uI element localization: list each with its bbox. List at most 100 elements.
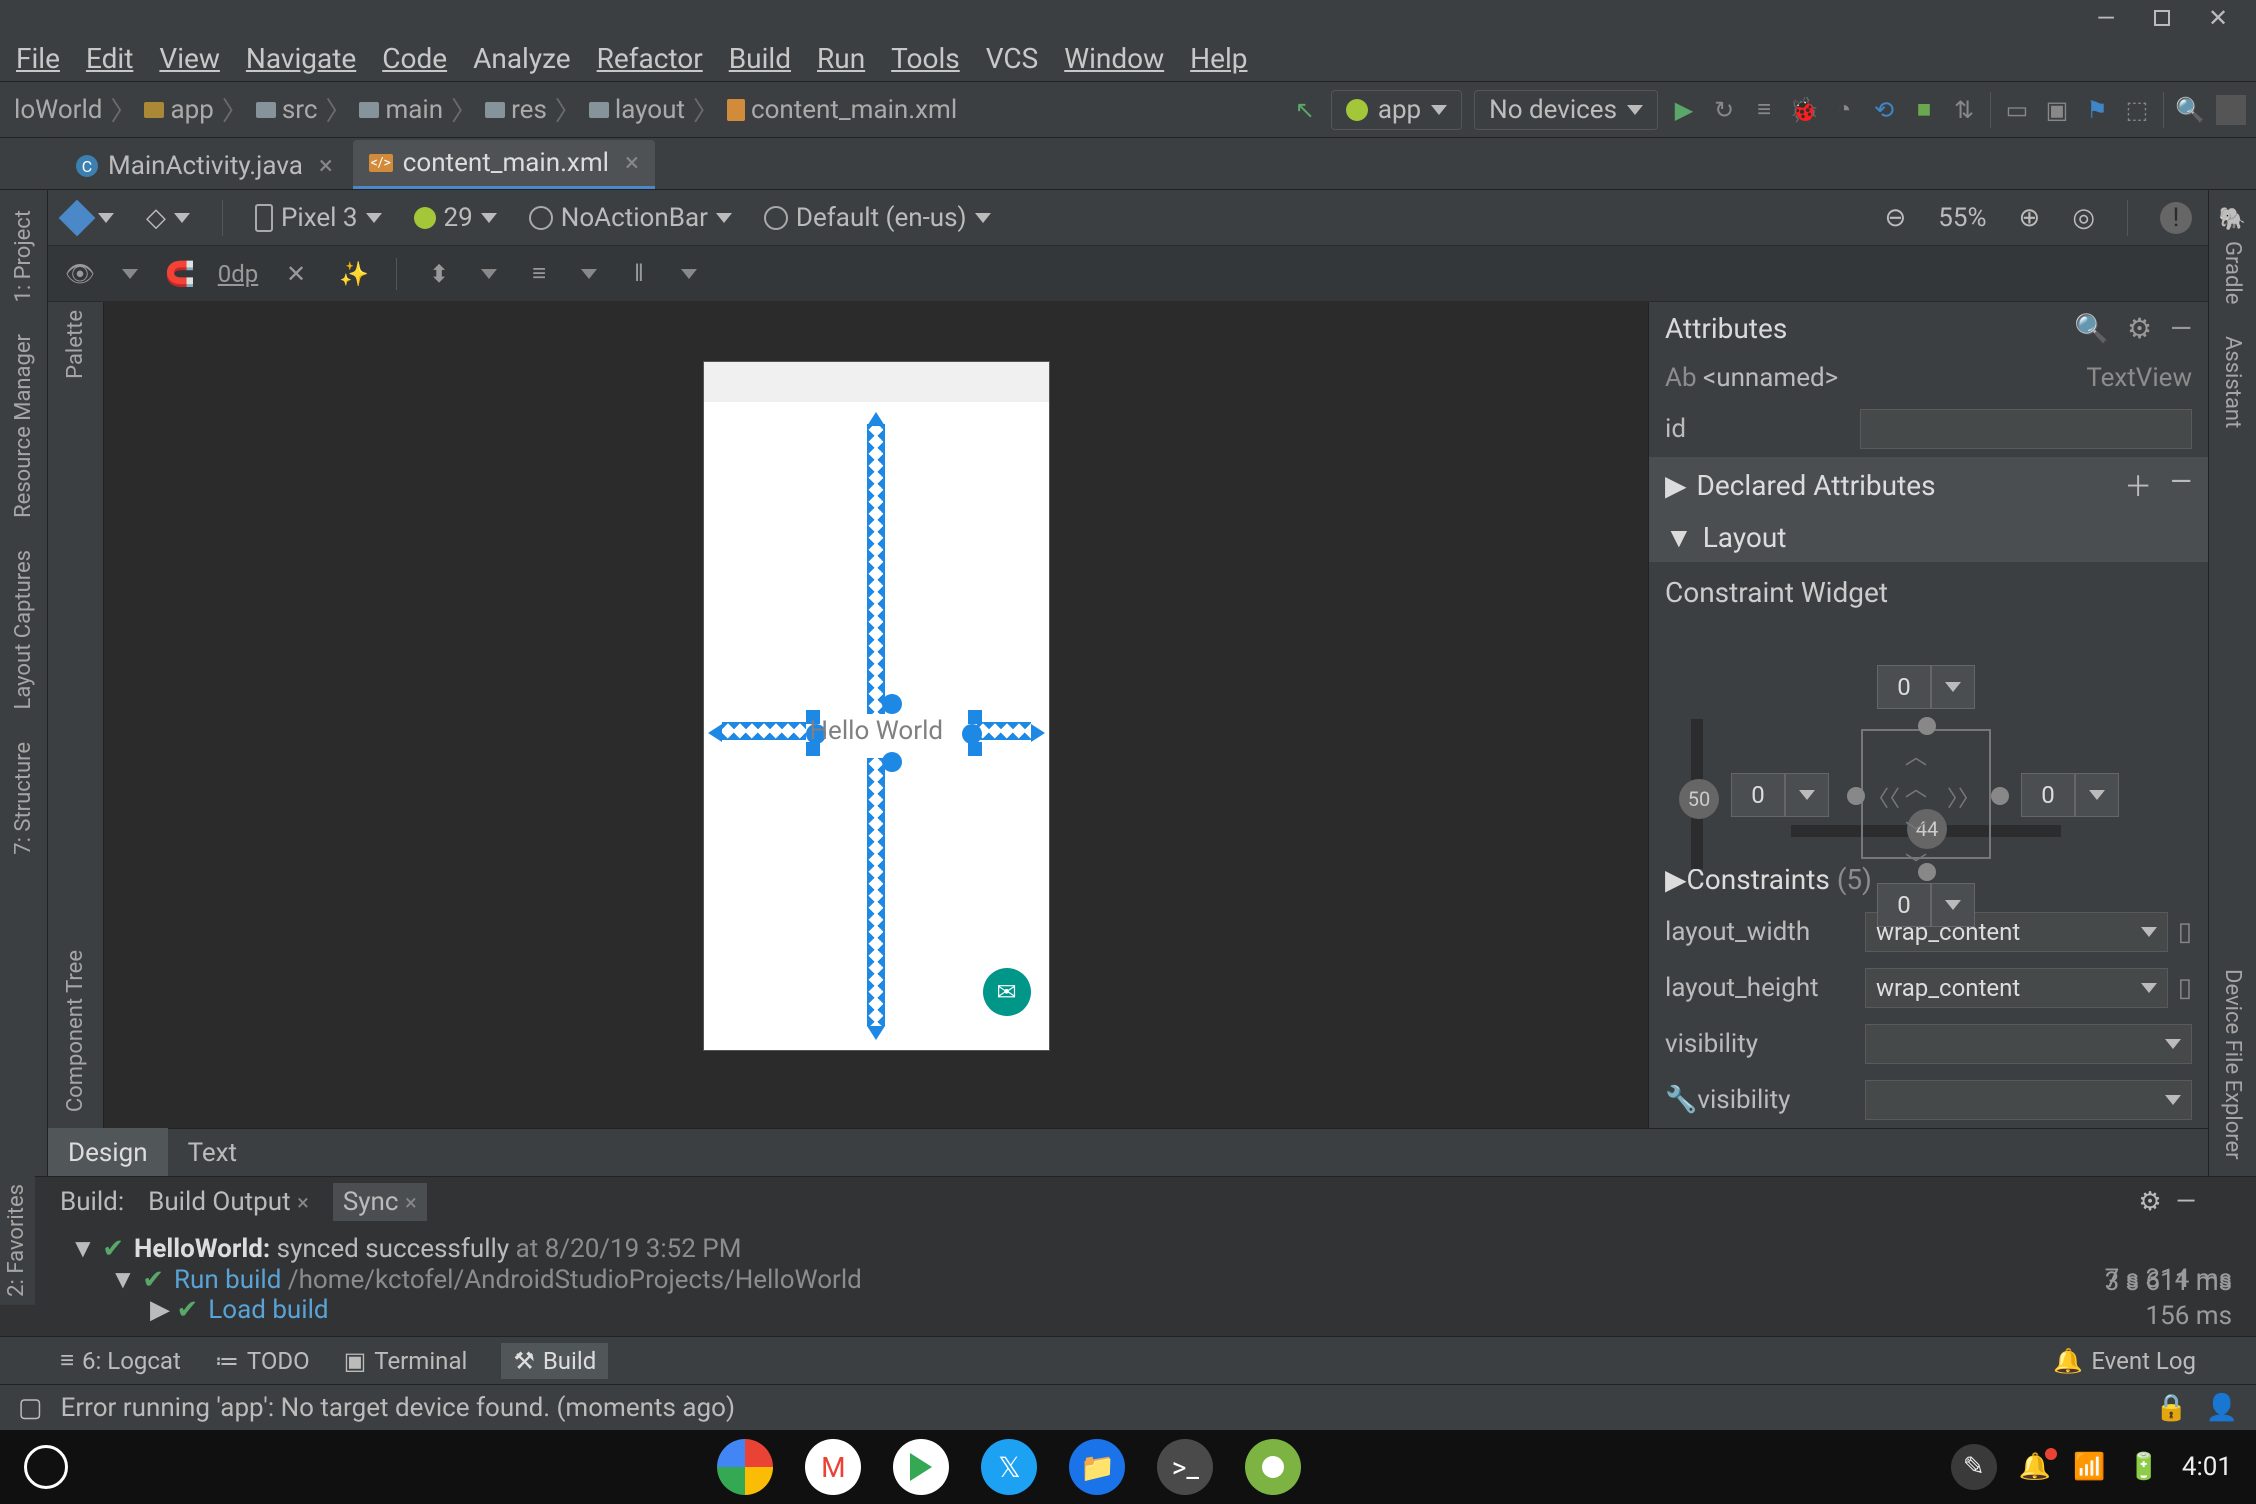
stop-button[interactable]: ■ [1910, 96, 1938, 124]
size-toggle-icon[interactable]: ▯ [2178, 917, 2192, 947]
pack-icon[interactable]: ⬍ [423, 258, 455, 290]
resource-manager-icon[interactable]: ⚑ [2083, 96, 2111, 124]
minimize-panel-icon[interactable]: — [2176, 1187, 2196, 1217]
hector-icon[interactable]: 👤 [2206, 1393, 2238, 1423]
app-twitter[interactable]: 𝕏 [981, 1439, 1037, 1495]
attach-debugger-icon[interactable]: ⟲ [1870, 96, 1898, 124]
component-tree-toggle[interactable]: Component Tree [63, 950, 88, 1112]
size-toggle-icon[interactable]: ▯ [2178, 973, 2192, 1003]
tool-favorites[interactable]: 2: Favorites [0, 1176, 35, 1305]
section-layout[interactable]: ▼ Layout [1649, 513, 2208, 562]
project-structure-icon[interactable]: ⬚ [2123, 96, 2151, 124]
remove-attribute-icon[interactable]: — [2170, 465, 2192, 505]
tool-device-file-explorer[interactable]: Device File Explorer [2220, 969, 2245, 1160]
menu-build[interactable]: Build [729, 42, 791, 75]
sync-gradle-icon[interactable]: ⇅ [1950, 96, 1978, 124]
launcher-button[interactable] [24, 1445, 68, 1489]
user-avatar-icon[interactable] [2216, 95, 2246, 125]
app-gmail[interactable]: M [805, 1439, 861, 1495]
window-maximize-button[interactable] [2148, 4, 2176, 32]
breadcrumb-root[interactable]: loWorld [10, 95, 106, 125]
debug-button[interactable]: 🐞 [1790, 96, 1818, 124]
magnet-icon[interactable]: 🧲 [164, 258, 196, 290]
device-preview[interactable]: Hello World ✉ [704, 362, 1049, 1050]
margin-top[interactable]: 0 [1877, 665, 1975, 709]
profiler-icon[interactable]: ◔ [1830, 96, 1858, 124]
device-dropdown[interactable]: No devices [1474, 90, 1658, 130]
margin-right[interactable]: 0 [2021, 773, 2119, 817]
locale-selector[interactable]: Default (en-us) [764, 203, 991, 233]
close-icon[interactable]: × [625, 148, 639, 178]
sdk-manager-icon[interactable]: ▣ [2043, 96, 2071, 124]
surface-selector[interactable] [64, 205, 114, 231]
tab-content-main[interactable]: </> content_main.xml × [353, 140, 655, 189]
clock[interactable]: 4:01 [2182, 1452, 2232, 1482]
infer-constraints-icon[interactable]: ✨ [338, 258, 370, 290]
close-icon[interactable]: × [405, 1191, 417, 1216]
menu-edit[interactable]: Edit [86, 42, 133, 75]
menu-view[interactable]: View [159, 42, 220, 75]
tool-terminal[interactable]: ▣Terminal [344, 1347, 468, 1375]
run-button[interactable]: ▶ [1670, 96, 1698, 124]
breadcrumb-res[interactable]: res [481, 95, 551, 125]
tab-design[interactable]: Design [48, 1128, 168, 1178]
gear-icon[interactable]: ⚙ [2127, 312, 2152, 345]
search-icon[interactable]: 🔍 [2074, 312, 2109, 345]
breadcrumb-file[interactable]: content_main.xml [723, 95, 961, 125]
tool-structure[interactable]: 7: Structure [11, 742, 36, 855]
close-icon[interactable]: × [297, 1191, 309, 1216]
api-selector[interactable]: 29 [414, 203, 497, 233]
bias-left-badge[interactable]: 50 [1679, 779, 1719, 819]
app-play-store[interactable] [893, 1439, 949, 1495]
design-canvas[interactable]: Hello World ✉ [104, 302, 1648, 1128]
event-log-button[interactable]: 🔔Event Log [2053, 1347, 2196, 1375]
constraint-widget[interactable]: 50 44 0 0 0 0 ︿︿ ﹀﹀ 〈〈 〉〉 [1661, 629, 2196, 849]
gear-icon[interactable]: ⚙ [2138, 1187, 2161, 1217]
breadcrumb-layout[interactable]: layout [585, 95, 689, 125]
menu-analyze[interactable]: Analyze [473, 42, 571, 75]
theme-selector[interactable]: NoActionBar [529, 203, 732, 233]
device-selector[interactable]: Pixel 3 [255, 203, 382, 233]
window-minimize-button[interactable]: — [2092, 4, 2120, 32]
battery-icon[interactable]: 🔋 [2128, 1452, 2160, 1482]
build-tab-sync[interactable]: Sync × [333, 1183, 427, 1221]
build-tab-output[interactable]: Build Output × [138, 1183, 319, 1221]
section-declared-attributes[interactable]: ▶ Declared Attributes＋— [1649, 457, 2208, 513]
apply-code-icon[interactable]: ≡ [1750, 96, 1778, 124]
warnings-icon[interactable]: ! [2160, 202, 2192, 234]
margin-left[interactable]: 0 [1731, 773, 1829, 817]
tab-mainactivity[interactable]: C MainActivity.java × [60, 143, 349, 189]
tool-layout-captures[interactable]: Layout Captures [11, 550, 36, 709]
wifi-icon[interactable]: 📶 [2073, 1452, 2105, 1482]
zoom-out-button[interactable]: ⊖ [1884, 203, 1906, 233]
tool-todo[interactable]: ≔TODO [215, 1347, 310, 1375]
zoom-fit-button[interactable]: ◎ [2072, 203, 2095, 233]
app-files[interactable]: 📁 [1069, 1439, 1125, 1495]
menu-file[interactable]: File [16, 42, 60, 75]
breadcrumb-main[interactable]: main [355, 95, 447, 125]
view-options-icon[interactable]: 👁 [64, 258, 96, 290]
menu-navigate[interactable]: Navigate [246, 42, 356, 75]
menu-run[interactable]: Run [817, 42, 865, 75]
add-attribute-icon[interactable]: ＋ [2124, 465, 2152, 505]
menu-refactor[interactable]: Refactor [597, 42, 703, 75]
search-everywhere-icon[interactable]: 🔍 [2176, 96, 2204, 124]
menu-window[interactable]: Window [1064, 42, 1164, 75]
app-android-studio[interactable] [1245, 1439, 1301, 1495]
close-icon[interactable]: × [319, 151, 333, 181]
fab-button[interactable]: ✉ [983, 968, 1031, 1016]
apply-changes-icon[interactable]: ↻ [1710, 96, 1738, 124]
align-icon[interactable]: ≡ [523, 258, 555, 290]
default-margin[interactable]: 0dp [222, 258, 254, 290]
tool-window-toggle-icon[interactable]: ▢ [18, 1393, 43, 1423]
clear-constraints-icon[interactable]: ✕ [280, 258, 312, 290]
visibility-dropdown[interactable] [1865, 1024, 2192, 1064]
app-chrome[interactable] [717, 1439, 773, 1495]
tool-project[interactable]: 1: Project [11, 210, 36, 302]
avd-manager-icon[interactable]: ▭ [2003, 96, 2031, 124]
id-input[interactable] [1860, 409, 2192, 449]
lock-icon[interactable]: 🔒 [2155, 1393, 2187, 1423]
breadcrumb-app[interactable]: app [140, 95, 217, 125]
stylus-icon[interactable]: ✎ [1951, 1444, 1997, 1490]
tool-build[interactable]: ⚒Build [501, 1343, 608, 1379]
